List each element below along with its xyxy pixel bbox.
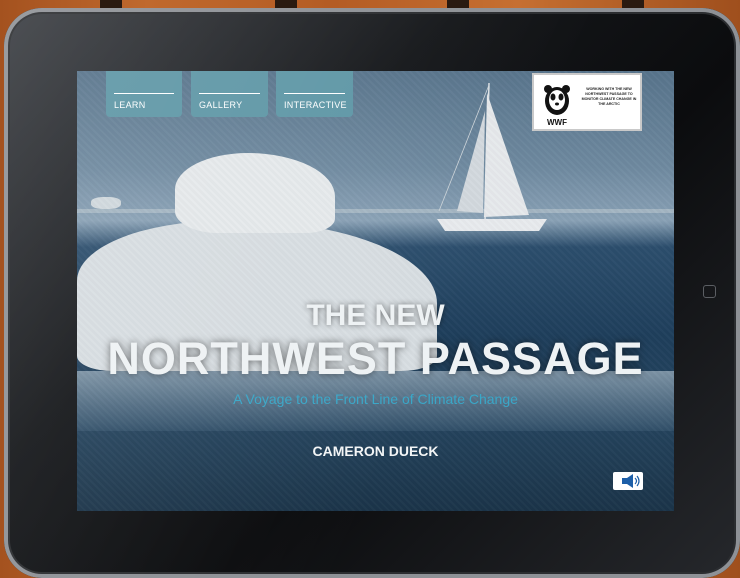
book-subtitle: A Voyage to the Front Line of Climate Ch… [233,391,518,407]
speaker-icon [622,474,640,488]
book-title-line2: NORTHWEST PASSAGE [107,333,644,384]
app-screen: LEARN GALLERY INTERACTIVE WWF Working wi… [77,71,674,511]
tab-gallery[interactable]: GALLERY [191,71,268,117]
home-button-icon[interactable] [703,285,716,298]
panda-logo-icon: WWF [544,85,570,127]
wwf-logo-text: WWF [547,118,567,127]
sound-toggle-button[interactable] [613,472,643,490]
book-author: CAMERON DUECK [312,443,439,459]
tab-interactive[interactable]: INTERACTIVE [276,71,353,117]
tab-gallery-label: GALLERY [199,100,243,110]
tab-learn-label: LEARN [114,100,146,110]
wwf-badge[interactable]: WWF Working with the new Northwest Passa… [532,73,642,131]
book-title-line1: THE NEW [306,299,445,332]
wwf-description: Working with the new Northwest Passage t… [581,87,637,106]
tab-divider [199,93,260,94]
tab-divider [114,93,174,94]
tab-divider [284,93,345,94]
tab-interactive-label: INTERACTIVE [284,100,347,110]
tab-learn[interactable]: LEARN [106,71,182,117]
